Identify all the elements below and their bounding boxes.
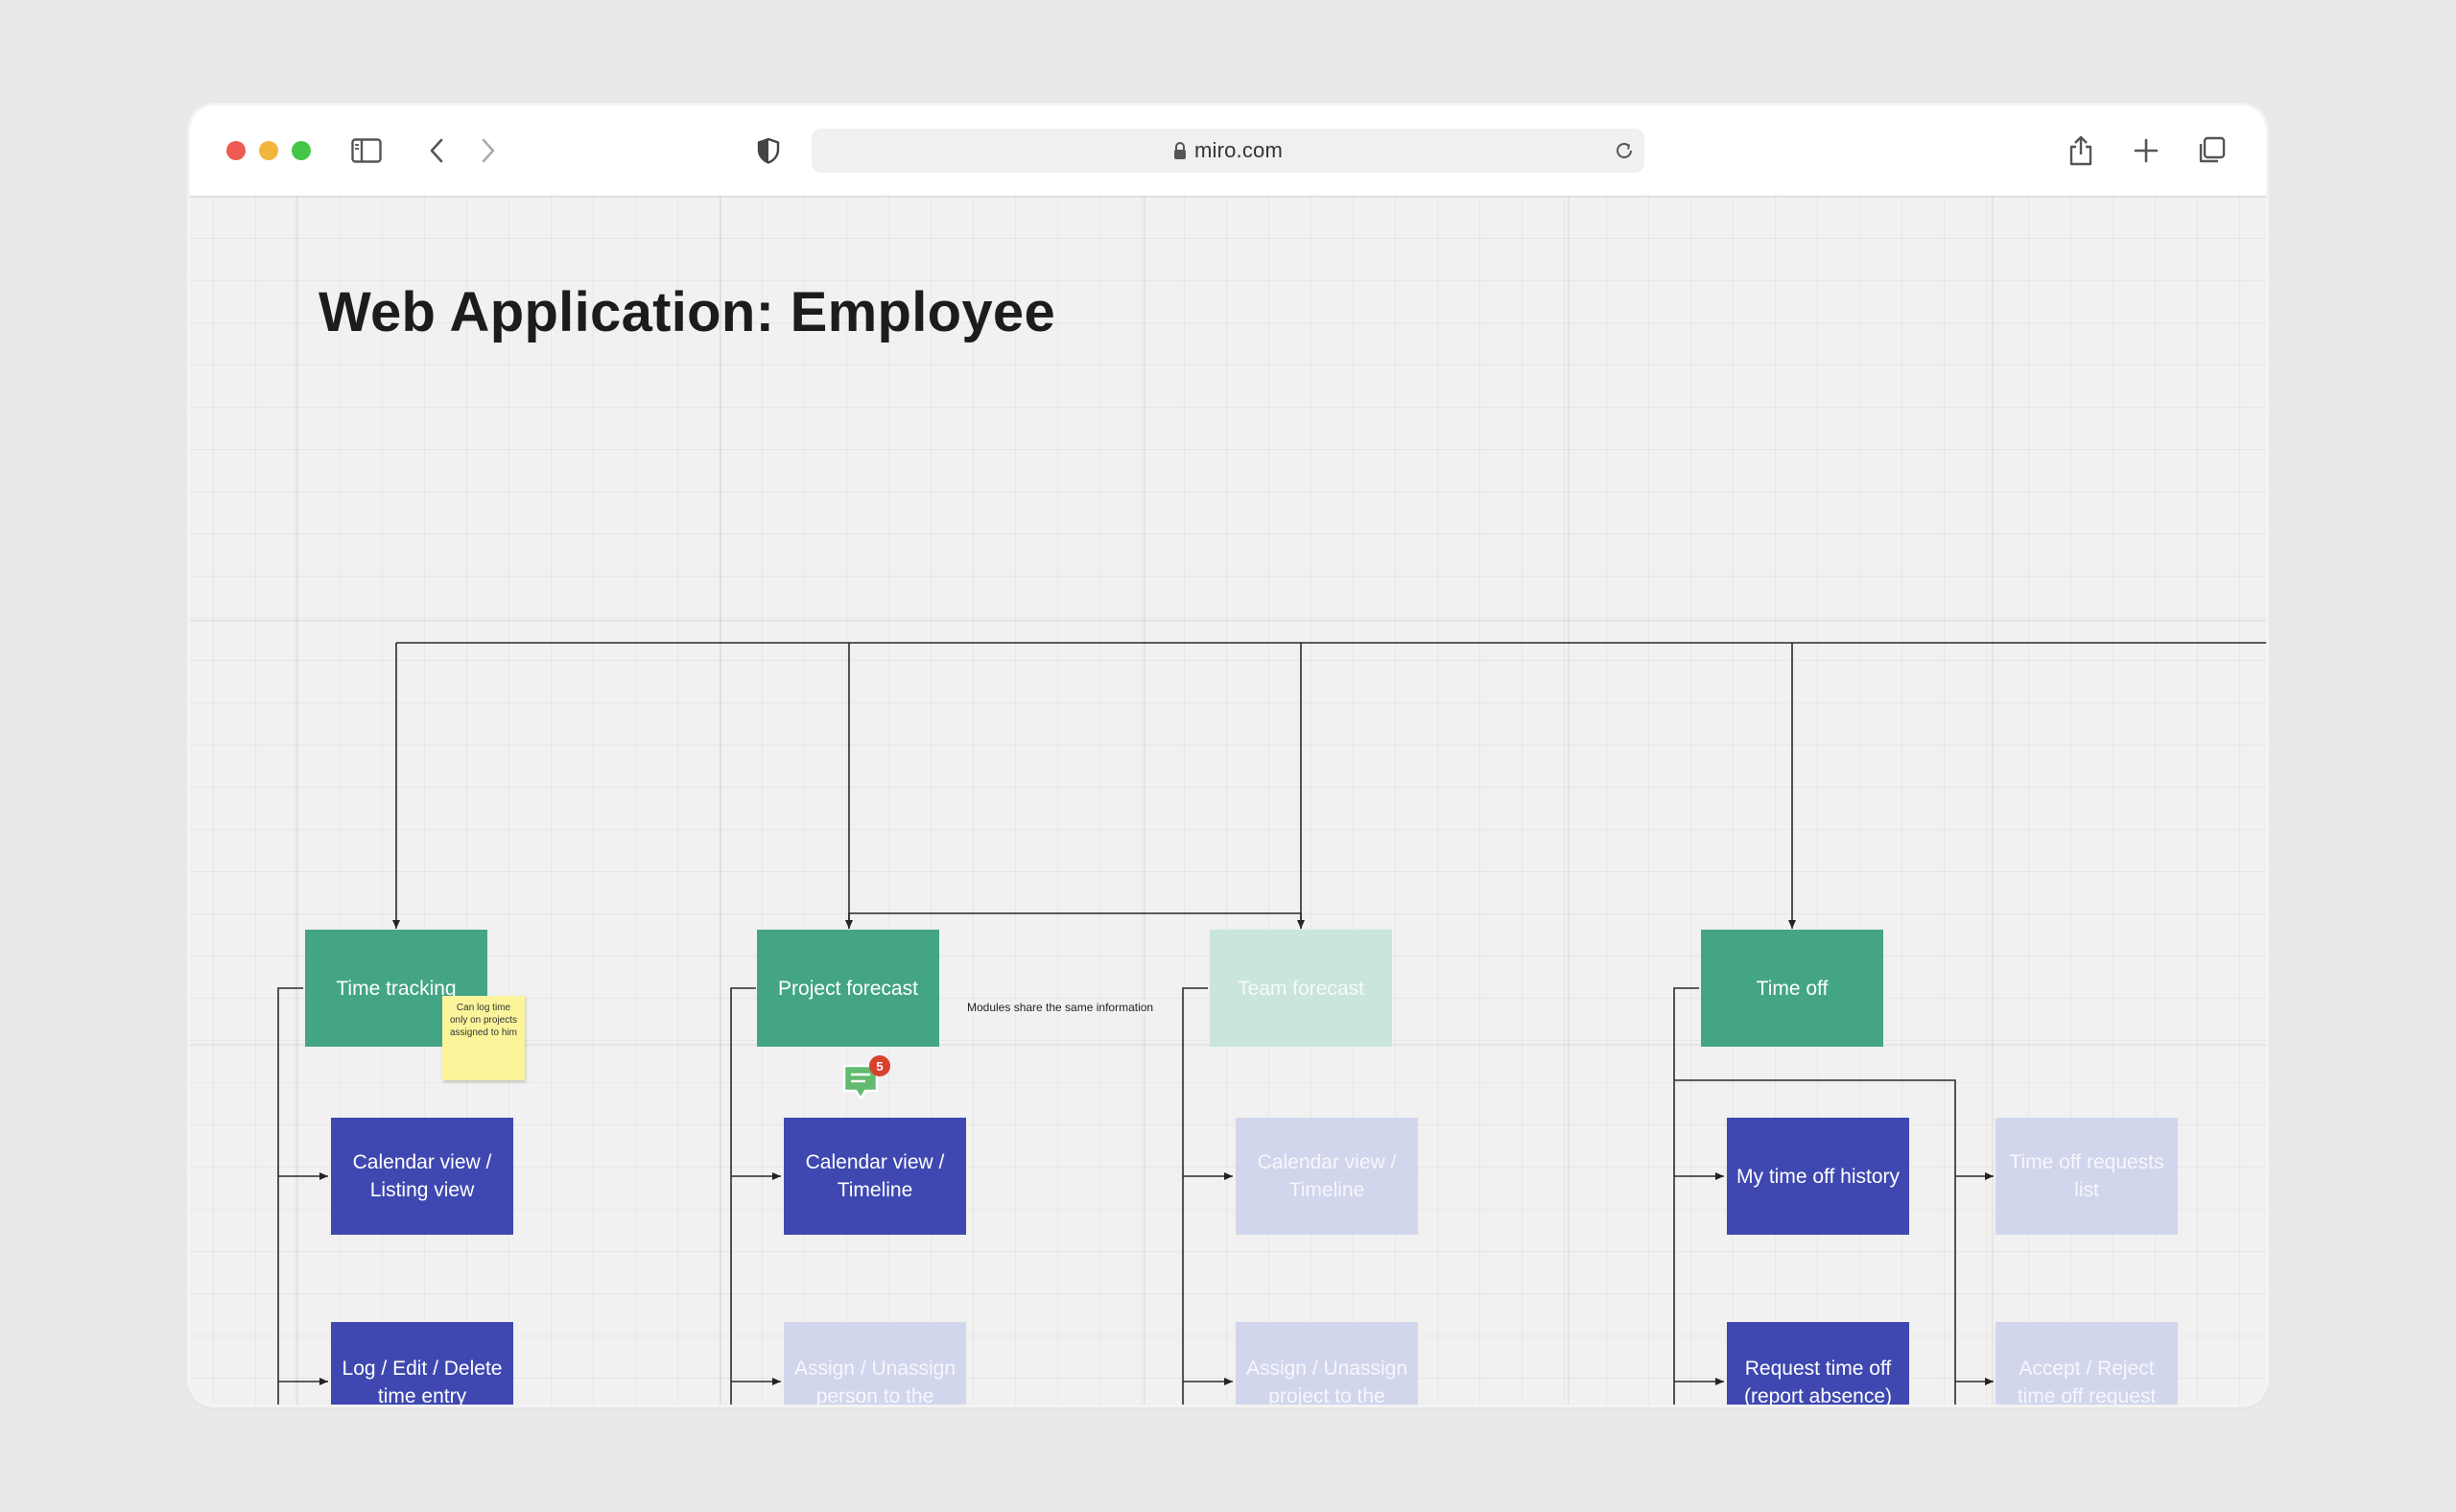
feature-assign-project[interactable]: Assign / Unassign project to the [1236,1322,1418,1405]
connector-label: Modules share the same information [963,1001,1158,1014]
url-text: miro.com [1193,138,1284,162]
feature-time-off-requests-list[interactable]: Time off requests list [1996,1118,2178,1235]
browser-window: miro.com Web Application: Employee Time … [190,106,2266,1405]
reload-icon[interactable] [1614,140,1635,161]
privacy-shield-icon[interactable] [754,130,783,171]
feature-log-edit-delete-time-entry[interactable]: Log / Edit / Delete time entry [331,1322,513,1405]
new-tab-icon[interactable] [2132,130,2161,171]
address-bar[interactable]: miro.com [812,129,1644,173]
feature-assign-person[interactable]: Assign / Unassign person to the [784,1322,966,1405]
feature-team-calendar-timeline[interactable]: Calendar view / Timeline [1236,1118,1418,1235]
module-time-off[interactable]: Time off [1701,930,1883,1047]
feature-my-time-off-history[interactable]: My time off history [1727,1118,1909,1235]
maximize-window-button[interactable] [292,141,311,160]
minimize-window-button[interactable] [259,141,278,160]
feature-project-calendar-timeline[interactable]: Calendar view / Timeline [784,1118,966,1235]
miro-board-canvas[interactable]: Web Application: Employee Time tracking … [190,196,2266,1405]
lock-icon [1173,141,1187,160]
feature-accept-reject-time-off[interactable]: Accept / Reject time off request [1996,1322,2178,1405]
comment-count-badge: 5 [869,1055,890,1076]
browser-toolbar: miro.com [190,106,2266,196]
feature-request-time-off[interactable]: Request time off (report absence) [1727,1322,1909,1405]
sidebar-toggle-icon[interactable] [349,130,384,171]
back-icon[interactable] [424,130,449,171]
forward-icon[interactable] [476,130,501,171]
feature-calendar-listing-view[interactable]: Calendar view / Listing view [331,1118,513,1235]
tab-overview-icon[interactable] [2195,130,2228,171]
module-project-forecast[interactable]: Project forecast [757,930,939,1047]
share-icon[interactable] [2065,130,2097,171]
close-window-button[interactable] [226,141,246,160]
module-team-forecast[interactable]: Team forecast [1210,930,1392,1047]
board-title: Web Application: Employee [319,281,1056,343]
sticky-note[interactable]: Can log time only on projects assigned t… [442,996,525,1080]
